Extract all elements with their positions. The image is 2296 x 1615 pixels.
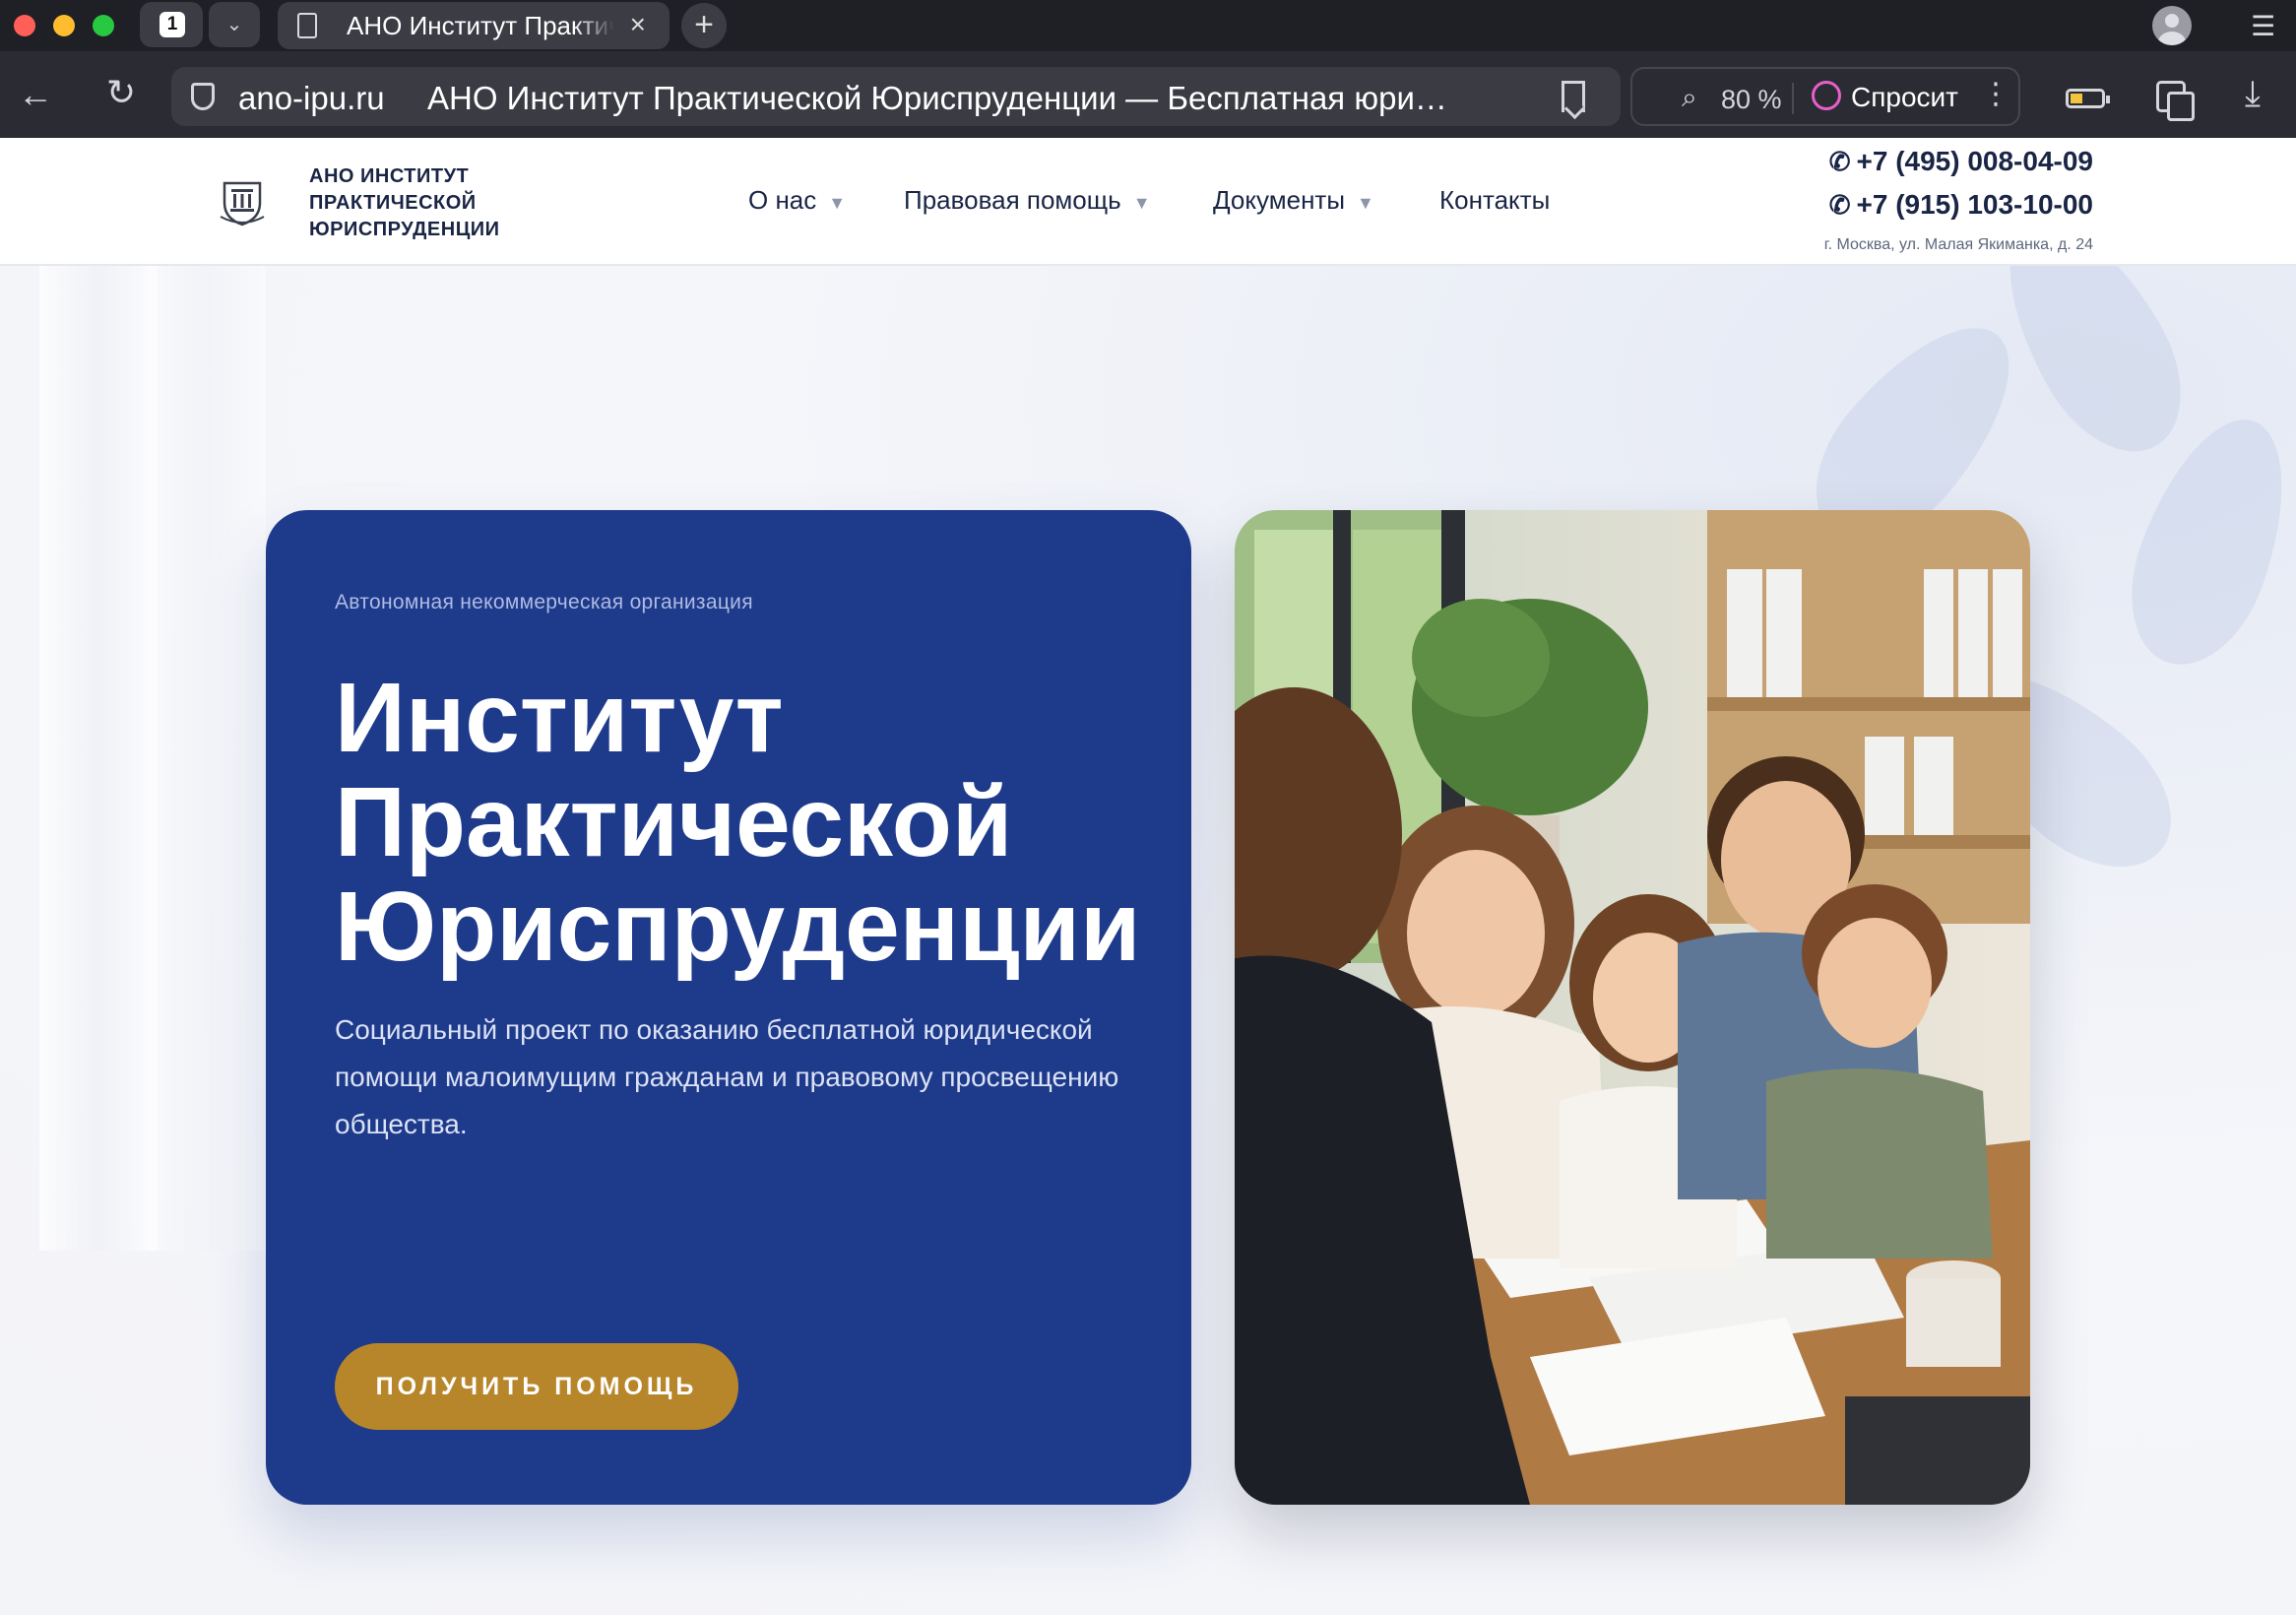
background-pillar	[39, 266, 158, 1251]
address: г. Москва, ул. Малая Якиманка, д. 24	[1823, 236, 2093, 253]
tab-count: 1	[159, 12, 185, 37]
hero-title-line: Юриспруденции	[335, 872, 1141, 982]
chevron-down-icon: ▼	[828, 193, 847, 213]
nav-label: Документы	[1213, 185, 1346, 215]
family-consultation-illustration	[1235, 510, 2030, 1505]
logo-emblem[interactable]	[215, 173, 270, 228]
address-bar[interactable]: ano-ipu.ru АНО Институт Практической Юри…	[171, 67, 1621, 126]
get-help-button[interactable]: ПОЛУЧИТЬ ПОМОЩЬ	[335, 1343, 738, 1430]
zoom-ask-panel: ⌕ 80 % Спросить ⋮	[1630, 67, 2020, 126]
reload-icon[interactable]: ↻	[106, 75, 136, 110]
browser-toolbar: ← ↻ ano-ipu.ru АНО Институт Практической…	[0, 51, 2296, 138]
hero-title-line: Практической	[335, 767, 1013, 877]
phone-icon: ✆	[1828, 190, 1851, 220]
nav-item-about[interactable]: О нас ▼	[748, 185, 846, 216]
copy-icon[interactable]	[2156, 81, 2195, 121]
url-domain: ano-ipu.ru	[238, 80, 385, 116]
browser-tab-bar: 1 ⌄ АНО Институт Практической Юриспруден…	[0, 0, 2296, 51]
nav-item-legal-help[interactable]: Правовая помощь ▼	[904, 185, 1151, 216]
ask-button[interactable]: Спросить	[1851, 82, 1959, 113]
nav-item-contacts[interactable]: Контакты	[1439, 185, 1550, 216]
menu-icon[interactable]: ☰	[2251, 10, 2275, 42]
phone-icon: ✆	[1828, 147, 1851, 176]
new-tab-button[interactable]: +	[681, 3, 727, 48]
plus-icon: +	[694, 6, 714, 43]
logo-line: ЮРИСПРУДЕНЦИИ	[309, 219, 500, 240]
hero-card: Автономная некоммерческая организация Ин…	[266, 510, 1191, 1505]
nav-label: Правовая помощь	[904, 185, 1121, 215]
nav-label: Контакты	[1439, 185, 1551, 215]
site-header: АНО ИНСТИТУТ ПРАКТИЧЕСКОЙ ЮРИСПРУДЕНЦИИ …	[0, 138, 2296, 266]
chevron-down-icon: ⌄	[225, 14, 243, 35]
zoom-level[interactable]: 80 %	[1721, 85, 1782, 115]
logo-line: АНО ИНСТИТУТ	[309, 165, 470, 187]
divider	[1792, 83, 1794, 114]
battery-icon[interactable]	[2066, 89, 2110, 108]
hero-description: Социальный проект по оказанию бесплатной…	[335, 1014, 1119, 1139]
bookmark-icon[interactable]	[1562, 81, 1585, 112]
nav-label: О нас	[748, 185, 817, 215]
avatar[interactable]	[2152, 6, 2192, 45]
document-icon	[297, 13, 317, 38]
logo-text[interactable]: АНО ИНСТИТУТ ПРАКТИЧЕСКОЙ ЮРИСПРУДЕНЦИИ	[309, 163, 500, 243]
phone-link-1[interactable]: ✆ +7 (495) 008-04-09	[1829, 146, 2093, 177]
back-icon[interactable]: ←	[18, 77, 53, 112]
background-pillar	[148, 266, 266, 1251]
more-options-icon[interactable]: ⋮	[1981, 77, 2010, 111]
hero-photo	[1235, 510, 2030, 1505]
nav-item-documents[interactable]: Документы ▼	[1213, 185, 1374, 216]
download-icon[interactable]: ⤓	[2245, 73, 2261, 115]
page-title: АНО Институт Практической Юриспруденции …	[427, 80, 1461, 116]
chevron-down-icon: ▼	[1132, 193, 1151, 213]
hero-eyebrow: Автономная некоммерческая организация	[335, 591, 753, 614]
window-close-button[interactable]	[14, 15, 35, 36]
ask-icon[interactable]	[1812, 81, 1841, 110]
phone-link-2[interactable]: ✆ +7 (915) 103-10-00	[1829, 189, 2093, 221]
phone-number: +7 (915) 103-10-00	[1856, 189, 2093, 220]
chevron-down-icon: ▼	[1357, 193, 1374, 213]
close-icon[interactable]: ×	[630, 9, 646, 40]
tab-counter-button[interactable]: 1	[140, 2, 203, 47]
hero-title-line: Институт	[335, 663, 784, 773]
zoom-icon[interactable]: ⌕	[1682, 82, 1697, 114]
tab-title: АНО Институт Практической Юриспруденции	[347, 11, 614, 40]
phone-number: +7 (495) 008-04-09	[1856, 146, 2093, 176]
logo-line: ПРАКТИЧЕСКОЙ	[309, 192, 477, 214]
hero-title: Институт Практической Юриспруденции	[335, 666, 1162, 979]
window-maximize-button[interactable]	[93, 15, 114, 36]
tab-list-dropdown[interactable]: ⌄	[209, 2, 260, 47]
tab-active[interactable]: АНО Институт Практической Юриспруденции …	[278, 2, 670, 49]
window-minimize-button[interactable]	[53, 15, 75, 36]
shield-icon[interactable]	[191, 83, 215, 110]
